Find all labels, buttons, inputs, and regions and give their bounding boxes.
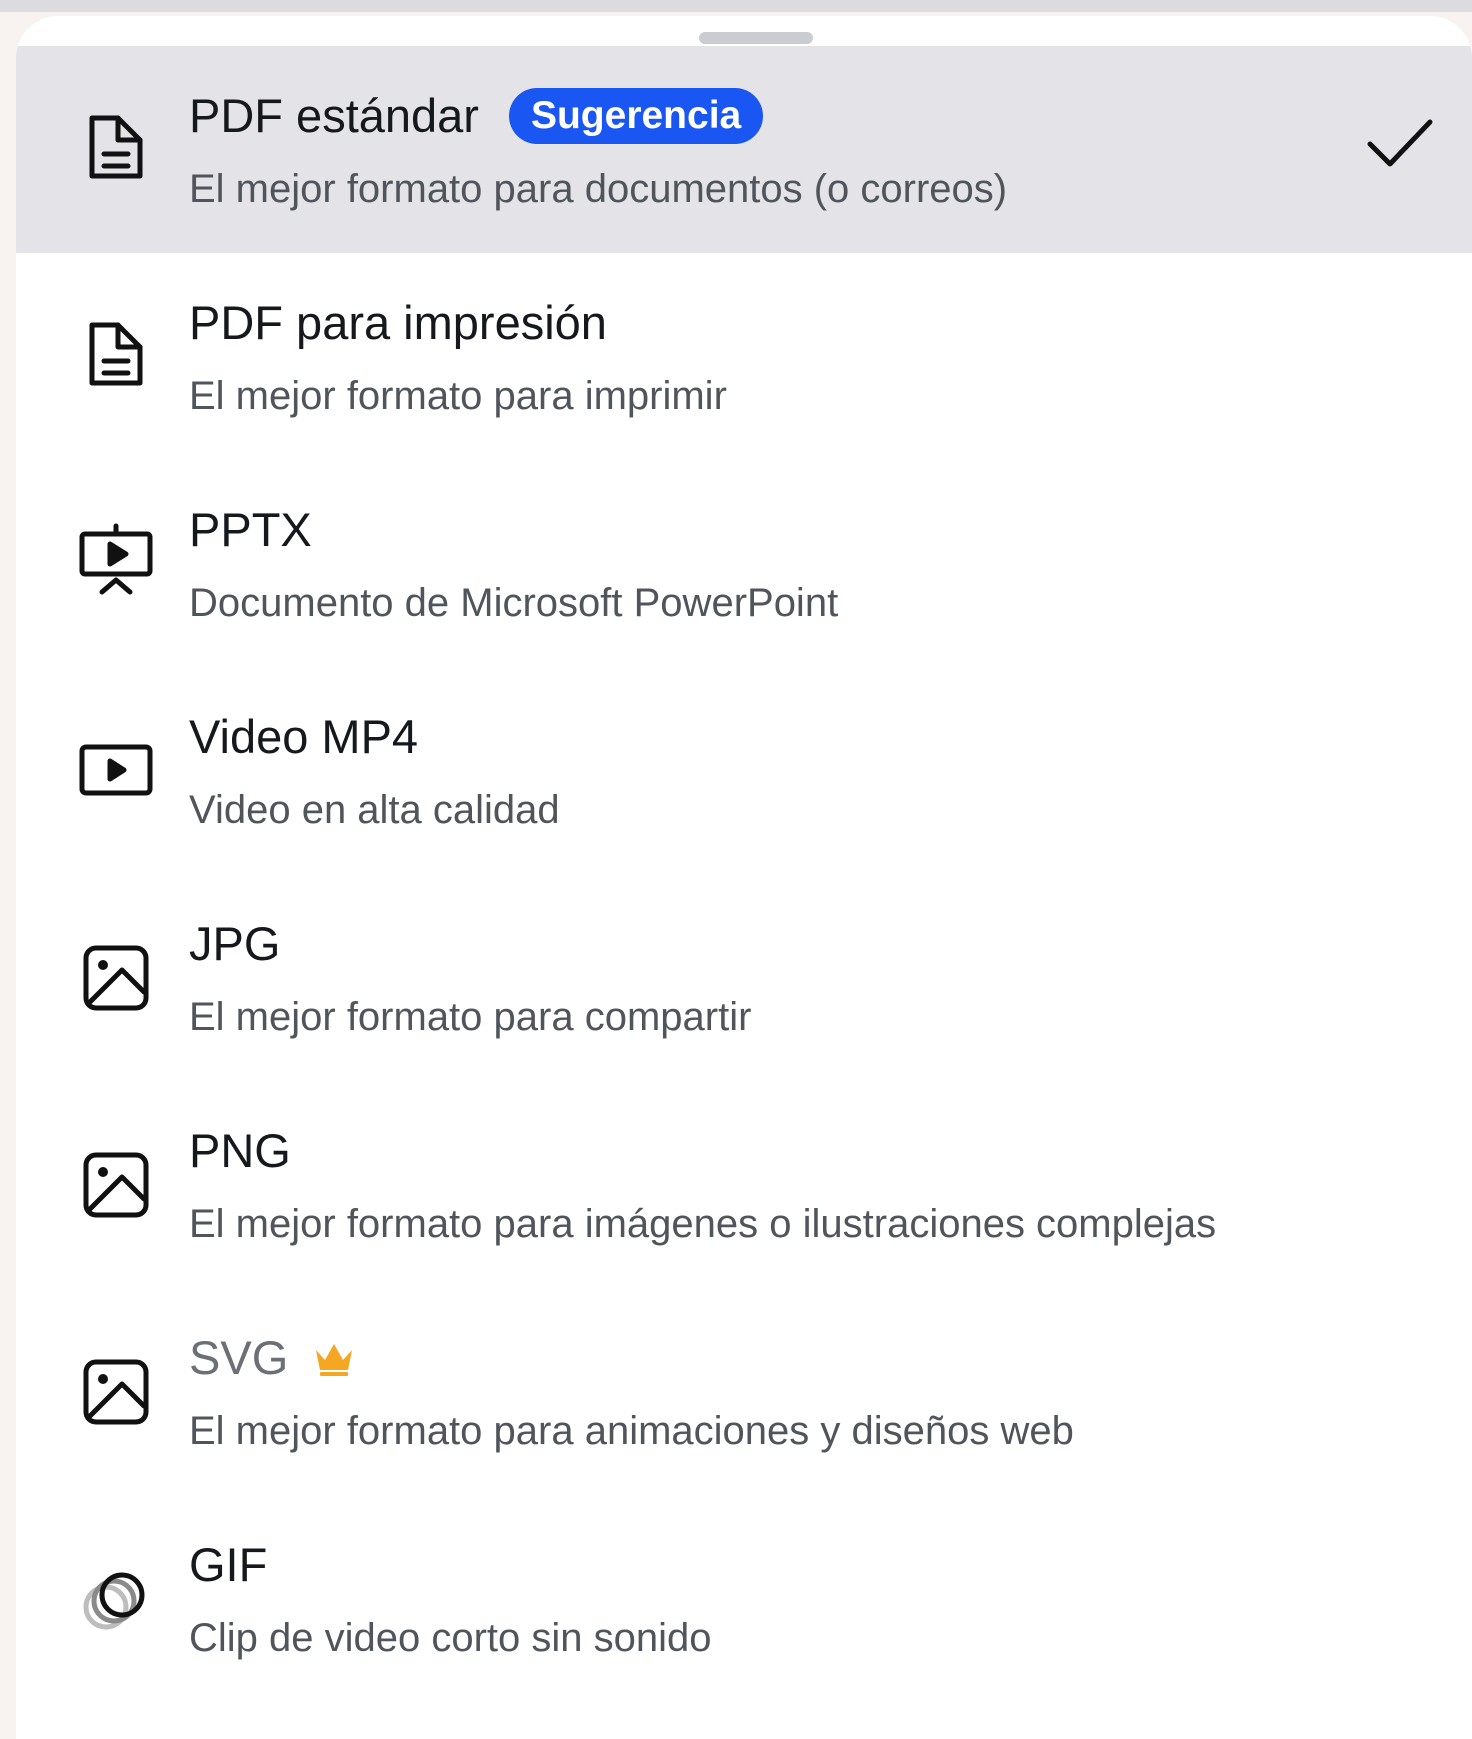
format-item-svg[interactable]: SVG El mejor formato para animaciones y … xyxy=(16,1288,1472,1495)
title-row: PDF para impresión xyxy=(189,293,607,353)
format-title: PDF estándar xyxy=(189,89,479,142)
gif-icon xyxy=(76,1555,156,1635)
format-title: SVG xyxy=(189,1331,289,1384)
format-description: El mejor formato para imprimir xyxy=(189,374,727,418)
document-icon xyxy=(76,106,156,186)
drag-handle[interactable] xyxy=(699,32,813,44)
title-row: PDF estándar Sugerencia xyxy=(189,86,764,146)
title-row: SVG xyxy=(189,1328,356,1388)
video-icon xyxy=(76,727,156,807)
suggestion-badge: Sugerencia xyxy=(508,88,764,144)
format-description: Documento de Microsoft PowerPoint xyxy=(189,581,839,625)
format-item-png[interactable]: PNG El mejor formato para imágenes o ilu… xyxy=(16,1081,1472,1288)
title-row: JPG xyxy=(189,914,280,974)
format-title: Video MP4 xyxy=(189,710,419,763)
format-description: El mejor formato para documentos (o corr… xyxy=(189,167,1008,211)
title-row: GIF xyxy=(189,1535,267,1595)
image-icon xyxy=(76,1348,156,1428)
format-description: Video en alta calidad xyxy=(189,788,560,832)
format-description: El mejor formato para animaciones y dise… xyxy=(189,1409,1074,1453)
format-item-mp4[interactable]: Video MP4 Video en alta calidad xyxy=(16,667,1472,874)
export-format-sheet: PDF estándar Sugerencia El mejor formato… xyxy=(16,16,1472,1739)
format-description: El mejor formato para compartir xyxy=(189,995,752,1039)
format-description: El mejor formato para imágenes o ilustra… xyxy=(189,1202,1217,1246)
format-item-pptx[interactable]: PPTX Documento de Microsoft PowerPoint xyxy=(16,460,1472,667)
title-row: PNG xyxy=(189,1121,291,1181)
image-icon xyxy=(76,1141,156,1221)
checkmark-icon xyxy=(1360,102,1440,182)
title-row: Video MP4 xyxy=(189,707,418,767)
format-list: PDF estándar Sugerencia El mejor formato… xyxy=(16,46,1472,1702)
format-title: GIF xyxy=(189,1538,268,1591)
presentation-icon xyxy=(76,520,156,600)
format-title: PNG xyxy=(189,1124,291,1177)
format-item-pdf-print[interactable]: PDF para impresión El mejor formato para… xyxy=(16,253,1472,460)
format-description: Clip de video corto sin sonido xyxy=(189,1616,712,1660)
crown-icon xyxy=(312,1336,356,1380)
image-icon xyxy=(76,934,156,1014)
document-icon xyxy=(76,313,156,393)
title-row: PPTX xyxy=(189,500,312,560)
format-title: JPG xyxy=(189,917,281,970)
top-strip xyxy=(0,0,1472,12)
format-item-gif[interactable]: GIF Clip de video corto sin sonido xyxy=(16,1495,1472,1702)
format-title: PDF para impresión xyxy=(189,296,607,349)
format-title: PPTX xyxy=(189,503,312,556)
format-item-jpg[interactable]: JPG El mejor formato para compartir xyxy=(16,874,1472,1081)
format-item-pdf-standard[interactable]: PDF estándar Sugerencia El mejor formato… xyxy=(16,46,1472,253)
